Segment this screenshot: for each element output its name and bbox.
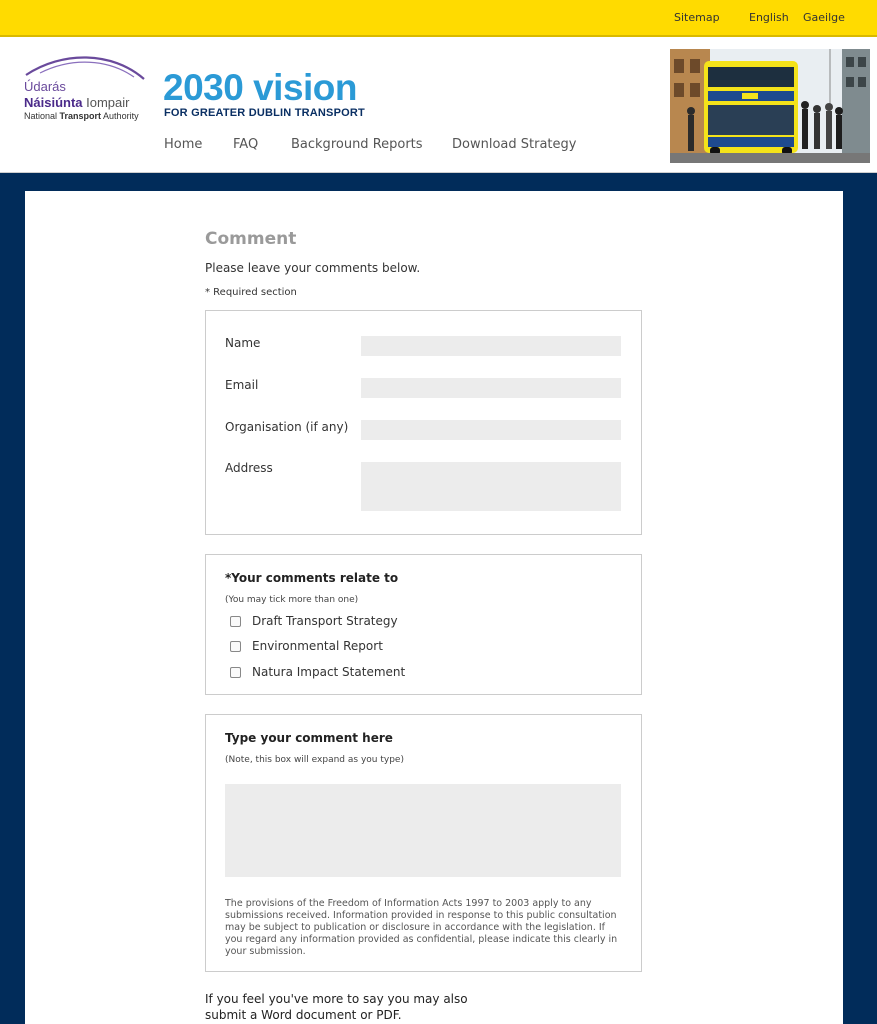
nav-download-strategy[interactable]: Download Strategy xyxy=(452,137,576,152)
environmental-report-checkbox[interactable] xyxy=(230,641,241,652)
email-label: Email xyxy=(225,378,259,392)
additional-submission-note: If you feel you've more to say you may a… xyxy=(205,991,525,1023)
intro-text: Please leave your comments below. xyxy=(205,261,421,275)
logo-iompair: Iompair xyxy=(86,95,130,110)
relate-title: *Your comments relate to xyxy=(225,571,399,585)
additional-note-line2: submit a Word document or PDF. xyxy=(205,1008,402,1022)
comments-relate-box: *Your comments relate to (You may tick m… xyxy=(205,554,642,695)
sitemap-link[interactable]: Sitemap xyxy=(674,11,720,24)
natura-impact-label[interactable]: Natura Impact Statement xyxy=(252,665,405,679)
comment-note: (Note, this box will expand as you type) xyxy=(225,755,404,765)
main-content: Comment Please leave your comments below… xyxy=(25,191,843,1024)
natura-impact-checkbox[interactable] xyxy=(230,667,241,678)
page-title: Comment xyxy=(205,229,297,249)
name-label: Name xyxy=(225,336,261,350)
english-language-link[interactable]: English xyxy=(749,11,789,24)
top-utility-bar: Sitemap English Gaeilge xyxy=(0,0,877,37)
organisation-field[interactable] xyxy=(361,420,621,440)
nav-faq[interactable]: FAQ xyxy=(233,137,258,152)
draft-strategy-label[interactable]: Draft Transport Strategy xyxy=(252,614,398,628)
address-field[interactable] xyxy=(361,462,621,511)
relate-note: (You may tick more than one) xyxy=(225,595,359,605)
foi-disclaimer: The provisions of the Freedom of Informa… xyxy=(225,898,618,957)
gaeilge-language-link[interactable]: Gaeilge xyxy=(803,11,845,24)
logo-irish-line2: Náisiúnta Iompair xyxy=(24,95,130,110)
site-header: Údarás Náisiúnta Iompair National Transp… xyxy=(0,37,877,173)
bus-photo xyxy=(670,49,870,163)
nta-logo[interactable]: Údarás Náisiúnta Iompair National Transp… xyxy=(22,53,148,123)
required-note: * Required section xyxy=(205,287,297,298)
name-field[interactable] xyxy=(361,336,621,356)
organisation-label: Organisation (if any) xyxy=(225,420,349,434)
logo-authority: Authority xyxy=(101,111,139,121)
brand-subtitle: FOR GREATER DUBLIN TRANSPORT xyxy=(164,107,365,119)
comment-textarea[interactable] xyxy=(225,784,621,877)
logo-naisiunta: Náisiúnta xyxy=(24,95,83,110)
logo-english-line: National Transport Authority xyxy=(24,111,139,121)
nav-background-reports[interactable]: Background Reports xyxy=(291,137,423,152)
environmental-report-label[interactable]: Environmental Report xyxy=(252,639,383,653)
draft-strategy-checkbox[interactable] xyxy=(230,616,241,627)
brand-title[interactable]: 2030 vision xyxy=(163,67,358,109)
address-label: Address xyxy=(225,461,273,475)
nav-home[interactable]: Home xyxy=(164,137,202,152)
comment-title: Type your comment here xyxy=(225,731,393,745)
logo-irish-line1: Údarás xyxy=(24,79,66,94)
email-field[interactable] xyxy=(361,378,621,398)
logo-national: National xyxy=(24,111,60,121)
additional-note-line1: If you feel you've more to say you may a… xyxy=(205,992,468,1006)
logo-transport: Transport xyxy=(59,111,102,121)
comment-box: Type your comment here (Note, this box w… xyxy=(205,714,642,972)
contact-details-box: Name Email Organisation (if any) Address xyxy=(205,310,642,535)
